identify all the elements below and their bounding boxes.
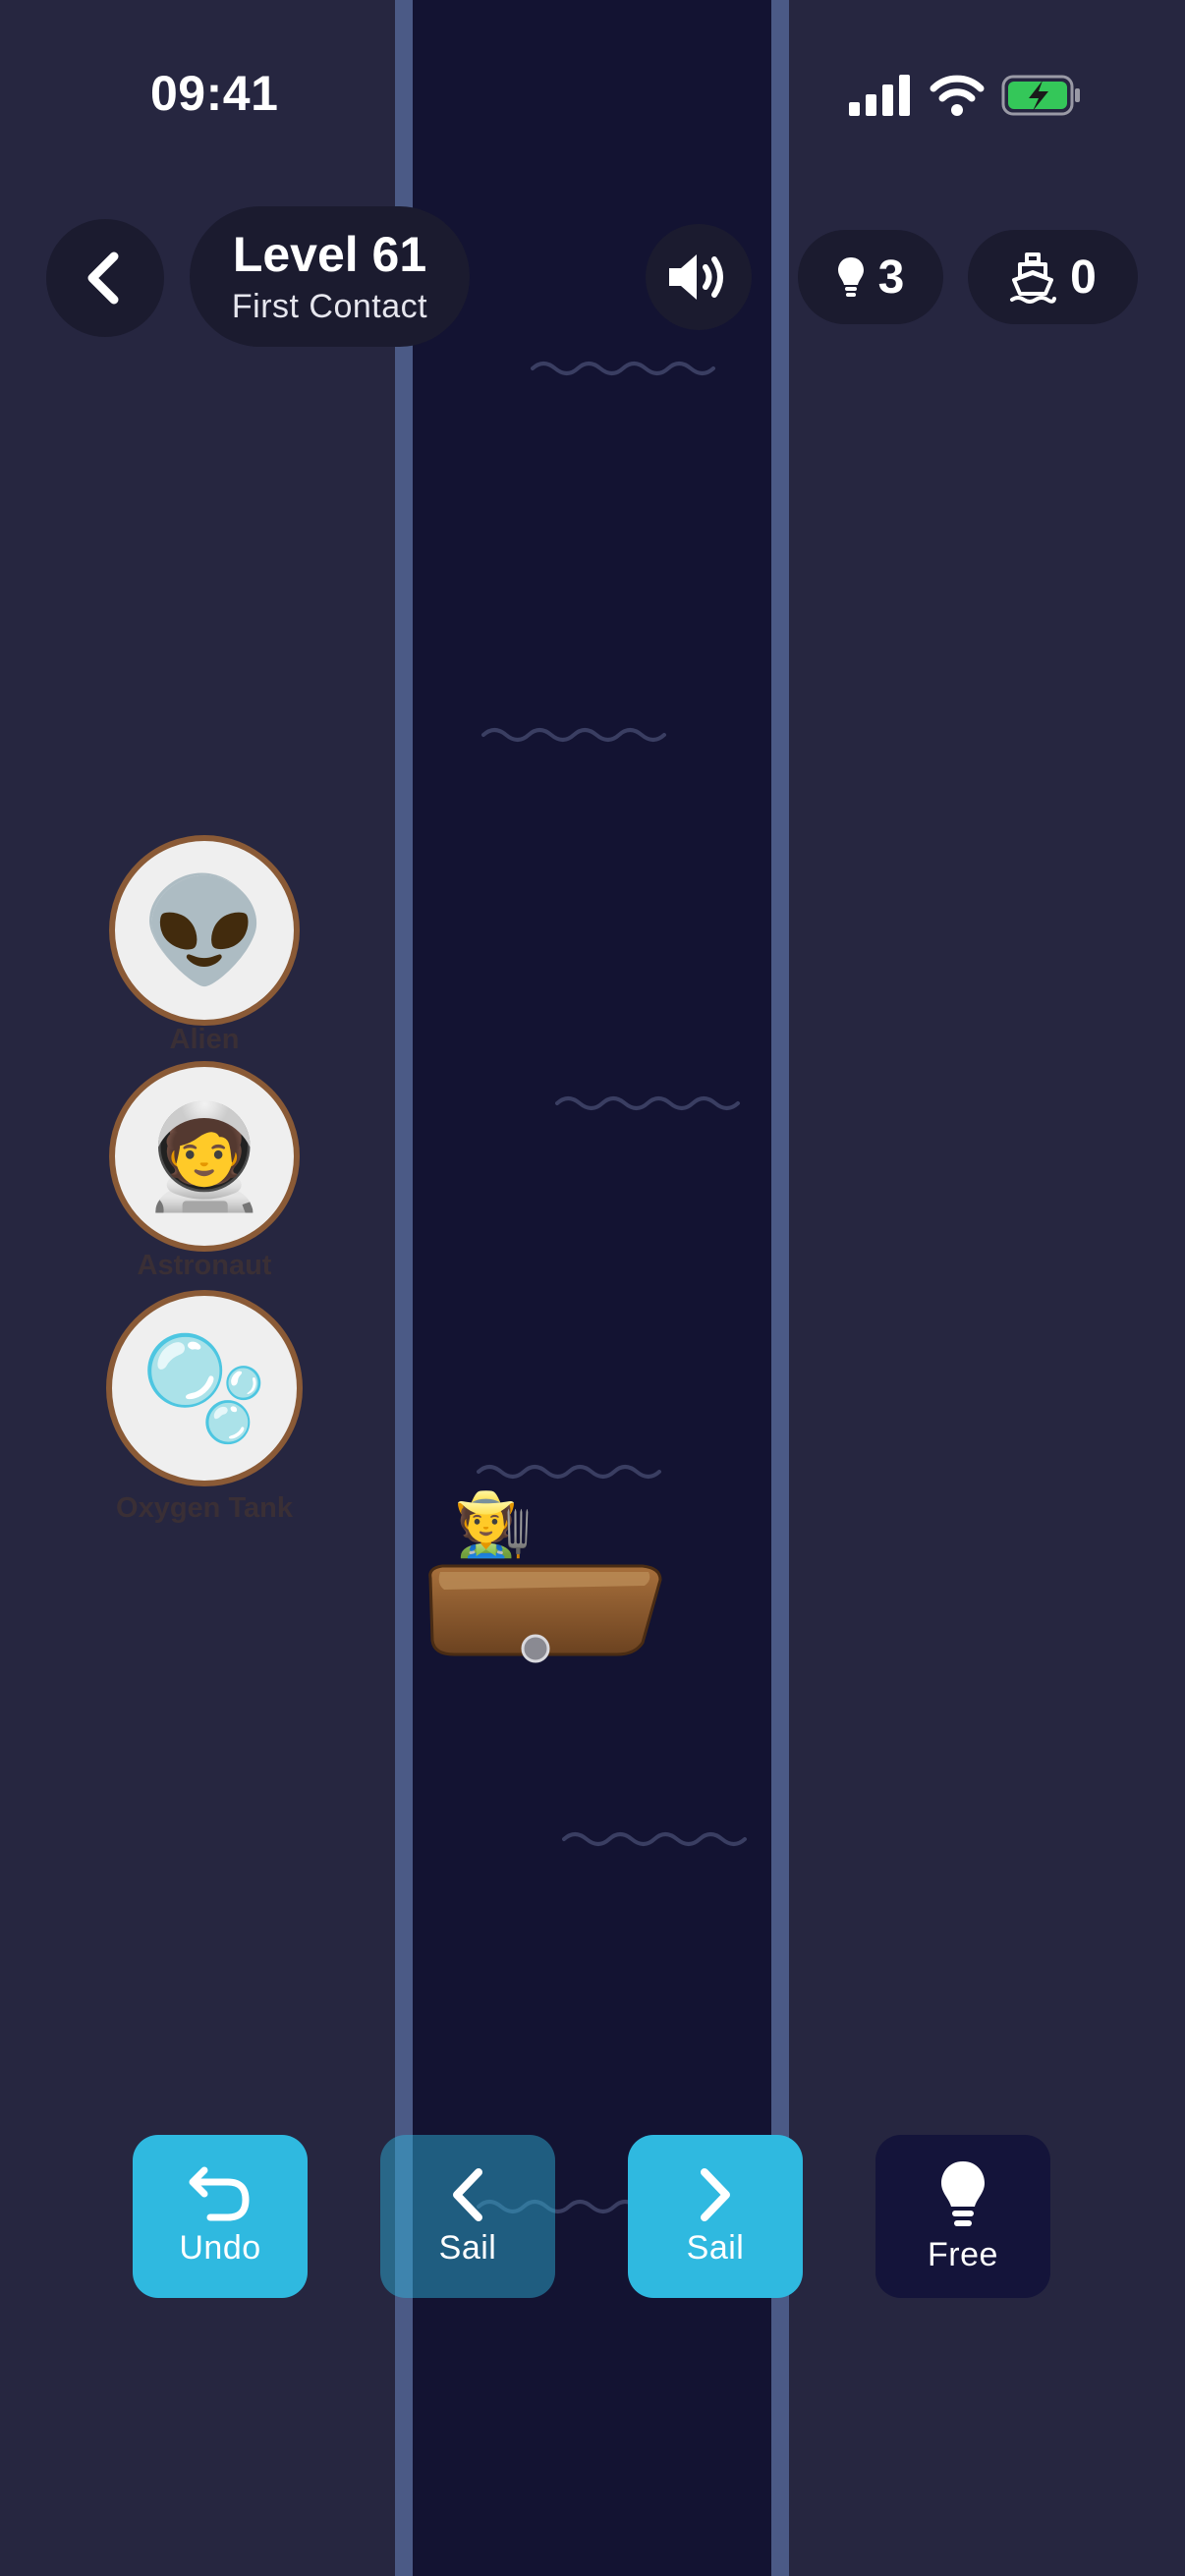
sail-left-button[interactable]: Sail — [380, 2135, 555, 2298]
undo-icon — [189, 2166, 250, 2220]
back-button[interactable] — [46, 219, 164, 337]
chevron-left-icon — [453, 2167, 482, 2221]
passenger-astronaut[interactable]: 🧑‍🚀 Astronaut — [106, 1061, 303, 1280]
status-time: 09:41 — [150, 66, 279, 121]
passenger-alien[interactable]: 👽 Alien — [106, 835, 303, 1054]
lightbulb-icon — [837, 257, 864, 297]
sail-left-label: Sail — [438, 2228, 497, 2267]
free-hint-button[interactable]: Free — [875, 2135, 1050, 2298]
astronaut-icon: 🧑‍🚀 — [109, 1061, 300, 1252]
undo-button[interactable]: Undo — [133, 2135, 308, 2298]
lightbulb-icon — [941, 2160, 985, 2226]
speaker-on-icon — [669, 254, 723, 300]
bubbles-icon: 🫧 — [106, 1290, 303, 1486]
passenger-label: Astronaut — [137, 1250, 272, 1281]
boat[interactable]: 🧑‍🌾 — [424, 1493, 670, 1680]
wave-decoration — [531, 362, 715, 375]
alien-icon: 👽 — [109, 835, 300, 1026]
hints-count: 3 — [877, 251, 905, 304]
wifi-icon — [930, 75, 985, 116]
wave-decoration — [555, 1096, 740, 1110]
level-info: Level 61 First Contact — [190, 206, 470, 347]
battery-charging-icon — [1001, 75, 1080, 116]
boat-hull — [428, 1564, 662, 1663]
ship-icon — [1010, 252, 1057, 304]
free-label: Free — [928, 2235, 998, 2273]
passenger-oxygen-tank[interactable]: 🫧 Oxygen Tank — [106, 1290, 303, 1523]
trips-counter: 0 — [968, 230, 1138, 324]
level-title: Level 61 — [232, 226, 427, 282]
game-stage: 09:41 Level 61 First Contact 3 0 👽 Alien… — [0, 0, 1185, 2576]
sail-right-label: Sail — [686, 2228, 745, 2267]
farmer-icon: 🧑‍🌾 — [454, 1488, 533, 1561]
trips-count: 0 — [1070, 251, 1097, 304]
sail-right-button[interactable]: Sail — [628, 2135, 803, 2298]
level-subtitle: First Contact — [231, 287, 428, 325]
wave-decoration — [477, 1465, 661, 1479]
passenger-label: Alien — [169, 1024, 240, 1055]
wave-decoration — [481, 728, 666, 742]
wave-decoration — [562, 1832, 747, 1846]
hints-counter[interactable]: 3 — [798, 230, 943, 324]
chevron-right-icon — [701, 2167, 730, 2221]
signal-icon — [849, 75, 910, 116]
sound-toggle-button[interactable] — [646, 224, 752, 330]
status-icons — [849, 75, 1080, 116]
chevron-left-icon — [87, 252, 119, 305]
undo-label: Undo — [179, 2228, 261, 2267]
passenger-label: Oxygen Tank — [116, 1492, 293, 1524]
